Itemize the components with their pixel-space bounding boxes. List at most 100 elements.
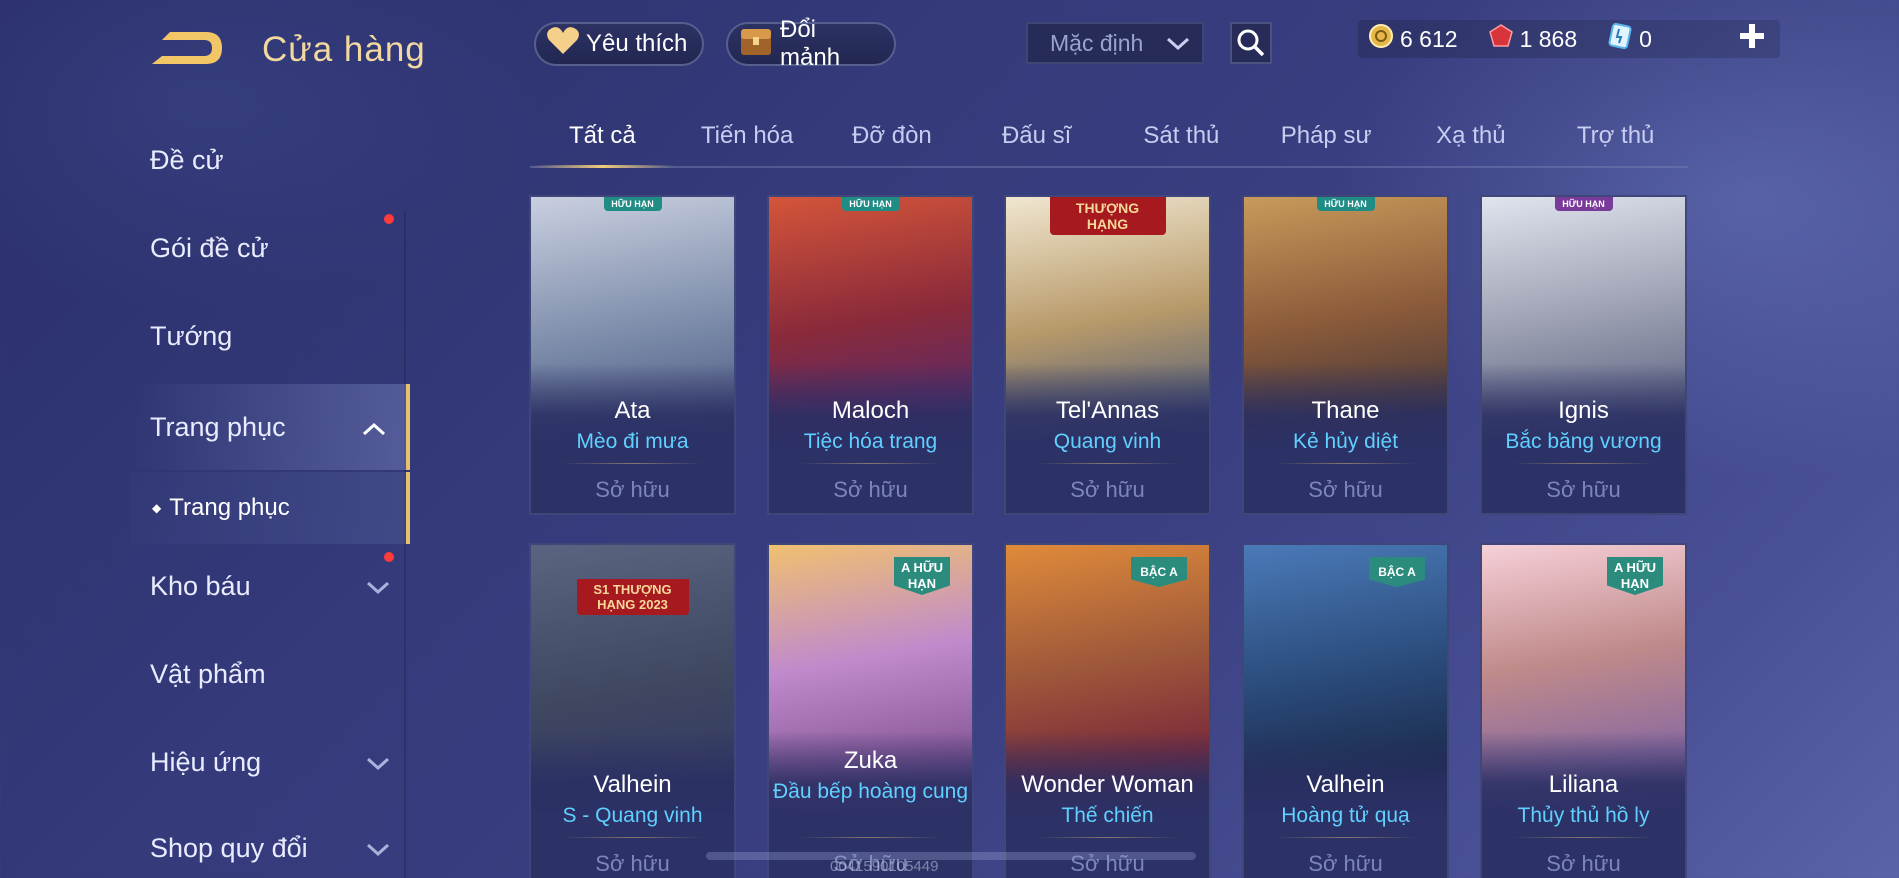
skin-card[interactable]: BẬC A Valhein Hoàng tử quạ Sở hữu bbox=[1242, 543, 1449, 878]
card-separator bbox=[1036, 837, 1179, 838]
notification-dot bbox=[384, 552, 394, 562]
sidebar-item-items[interactable]: Vật phẩm bbox=[130, 634, 410, 714]
skin-name: Thủy thủ hồ ly bbox=[1517, 804, 1650, 827]
skin-name: Mèo đi mưa bbox=[576, 430, 689, 453]
gold-currency: 6 612 bbox=[1368, 23, 1458, 55]
back-button[interactable] bbox=[148, 26, 228, 72]
tab-support[interactable]: Trợ thủ bbox=[1543, 112, 1688, 166]
gold-amount: 6 612 bbox=[1400, 25, 1458, 52]
hero-name: Tel'Annas bbox=[1055, 397, 1160, 424]
plus-icon bbox=[1740, 24, 1764, 48]
sidebar-subitem-skins[interactable]: ◆ Trang phục bbox=[130, 472, 410, 544]
sidebar-item-exchange-shop[interactable]: Shop quy đổi bbox=[130, 808, 410, 878]
favorite-button[interactable]: Yêu thích bbox=[534, 22, 704, 66]
skin-name: Thế chiến bbox=[1061, 804, 1154, 827]
limited-badge: HỮU HẠN bbox=[603, 197, 662, 211]
chevron-down-icon bbox=[366, 571, 390, 602]
owned-status: Sở hữu bbox=[1546, 851, 1621, 876]
chevron-down-icon bbox=[366, 747, 390, 778]
hero-name: Maloch bbox=[831, 397, 910, 424]
sidebar-item-label: Kho báu bbox=[150, 570, 251, 601]
card-separator bbox=[561, 837, 704, 838]
skin-name: Bắc băng vương bbox=[1505, 430, 1662, 453]
hero-name: Thane bbox=[1311, 397, 1380, 424]
search-button[interactable] bbox=[1230, 22, 1272, 64]
sidebar-item-treasure[interactable]: Kho báu bbox=[130, 546, 410, 626]
skin-card[interactable]: S1 THƯỢNG HẠNG 2023 Valhein S - Quang vi… bbox=[529, 543, 736, 878]
card-separator bbox=[1274, 837, 1417, 838]
card-separator bbox=[1274, 463, 1417, 464]
sidebar-item-heroes[interactable]: Tướng bbox=[130, 296, 410, 376]
favorite-label: Yêu thích bbox=[586, 30, 688, 57]
notification-dot bbox=[384, 214, 394, 224]
diamond-bullet-icon: ◆ bbox=[152, 501, 162, 515]
skin-name: Hoàng tử quạ bbox=[1281, 804, 1410, 827]
voucher-currency: 1 868 bbox=[1488, 23, 1578, 55]
tab-fighter[interactable]: Đấu sĩ bbox=[964, 112, 1109, 166]
owned-status: Sở hữu bbox=[1308, 477, 1383, 502]
skin-name: Đầu bếp hoàng cung bbox=[773, 780, 968, 803]
role-tabs: Tất cả Tiến hóa Đỡ đòn Đấu sĩ Sát thủ Ph… bbox=[530, 112, 1688, 168]
skin-card[interactable]: HỮU HẠN Thane Kẻ hủy diệt Sở hữu bbox=[1242, 195, 1449, 515]
badge-text: A HỮU HẠN bbox=[900, 560, 944, 591]
exchange-label: Đổi mảnh bbox=[780, 16, 841, 71]
limited-badge: HỮU HẠN bbox=[841, 197, 900, 211]
chevron-down-icon bbox=[366, 833, 390, 864]
tab-mage[interactable]: Pháp sư bbox=[1254, 112, 1399, 166]
tab-marksman[interactable]: Xạ thủ bbox=[1399, 112, 1544, 166]
overlay-id-text: 0041590105449 bbox=[830, 858, 939, 875]
tab-all[interactable]: Tất cả bbox=[530, 112, 675, 168]
sidebar-item-recommended[interactable]: Đề cử bbox=[130, 120, 410, 200]
owned-status: Sở hữu bbox=[595, 851, 670, 876]
sidebar-item-skins[interactable]: Trang phục bbox=[130, 384, 410, 470]
card-separator bbox=[1512, 463, 1655, 464]
scroll-indicator bbox=[706, 852, 1196, 860]
sort-dropdown-value: Mặc định bbox=[1050, 29, 1144, 56]
heart-icon bbox=[546, 26, 580, 63]
voucher-amount: 1 868 bbox=[1519, 25, 1578, 52]
red-gem-icon bbox=[1488, 23, 1514, 55]
sidebar-item-label: Đề cử bbox=[150, 144, 224, 175]
sidebar-item-label: Hiệu ứng bbox=[150, 746, 262, 777]
sidebar-item-label: Tướng bbox=[150, 320, 233, 351]
hero-name: Wonder Woman bbox=[1021, 771, 1194, 798]
back-arrow-icon bbox=[152, 32, 222, 64]
hero-name: Ata bbox=[614, 397, 651, 424]
chevron-down-icon bbox=[1166, 30, 1190, 57]
hero-name: Ignis bbox=[1558, 397, 1609, 424]
premium-badge: THƯỢNG HẠNG bbox=[1049, 197, 1166, 235]
skin-card[interactable]: A HỮU HẠN Liliana Thủy thủ hồ ly Sở hữu bbox=[1480, 543, 1687, 878]
sidebar-item-recommended-bundles[interactable]: Gói đề cử bbox=[130, 208, 410, 288]
ticket-amount: 0 bbox=[1639, 25, 1652, 52]
skin-card[interactable]: THƯỢNG HẠNG Tel'Annas Quang vinh Sở hữu bbox=[1004, 195, 1211, 515]
page-title: Cửa hàng bbox=[262, 30, 426, 69]
card-separator bbox=[799, 837, 942, 838]
sidebar-item-label: Gói đề cử bbox=[150, 232, 269, 263]
exchange-shards-button[interactable]: Đổi mảnh bbox=[726, 16, 896, 71]
ticket-icon bbox=[1607, 22, 1633, 55]
skin-card[interactable]: A HỮU HẠN Zuka Đầu bếp hoàng cung Sở hữu bbox=[767, 543, 974, 878]
limited-badge: HỮU HẠN bbox=[1316, 197, 1375, 211]
hero-name: Liliana bbox=[1548, 771, 1619, 798]
card-separator bbox=[561, 463, 704, 464]
add-currency-button[interactable] bbox=[1734, 20, 1770, 56]
tab-tank[interactable]: Đỡ đòn bbox=[820, 112, 965, 166]
badge-text: A HỮU HẠN bbox=[1613, 560, 1657, 591]
skin-card[interactable]: HỮU HẠN Maloch Tiệc hóa trang Sở hữu bbox=[767, 195, 974, 515]
skin-card[interactable]: HỮU HẠN Ata Mèo đi mưa Sở hữu bbox=[529, 195, 736, 515]
season-premium-badge: S1 THƯỢNG HẠNG 2023 bbox=[576, 579, 689, 615]
currency-bar: 6 612 1 868 0 bbox=[1358, 20, 1780, 58]
tab-evolution[interactable]: Tiến hóa bbox=[675, 112, 820, 166]
card-separator bbox=[799, 463, 942, 464]
owned-status: Sở hữu bbox=[1308, 851, 1383, 876]
owned-status: Sở hữu bbox=[1070, 477, 1145, 502]
skin-card[interactable]: HỮU HẠN Ignis Bắc băng vương Sở hữu bbox=[1480, 195, 1687, 515]
skin-card[interactable]: BẬC A Wonder Woman Thế chiến Sở hữu bbox=[1004, 543, 1211, 878]
sidebar-item-effects[interactable]: Hiệu ứng bbox=[130, 722, 410, 802]
card-separator bbox=[1512, 837, 1655, 838]
tab-assassin[interactable]: Sát thủ bbox=[1109, 112, 1254, 166]
sort-dropdown[interactable]: Mặc định bbox=[1026, 22, 1204, 64]
limited-badge: HỮU HẠN bbox=[1554, 197, 1613, 211]
owned-status: Sở hữu bbox=[1546, 477, 1621, 502]
hero-name: Valhein bbox=[593, 771, 672, 798]
